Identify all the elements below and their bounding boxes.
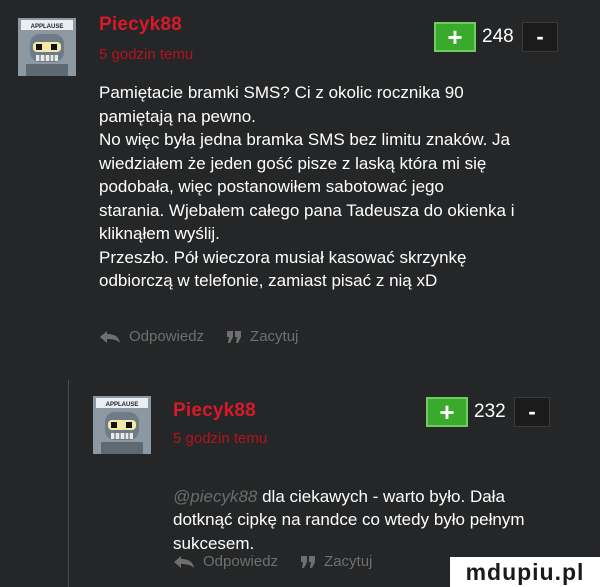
comment-actions: Odpowiedz Zacytuj xyxy=(99,328,320,345)
avatar[interactable]: APPLAUSE xyxy=(18,18,76,76)
user-mention-link[interactable]: @piecyk88 xyxy=(173,487,257,506)
quote-icon xyxy=(226,330,242,344)
minus-icon: - xyxy=(536,24,544,49)
vote-controls: + 248 - xyxy=(434,22,558,52)
vote-score: 248 xyxy=(482,26,514,47)
avatar[interactable]: APPLAUSE xyxy=(93,396,151,454)
minus-icon: - xyxy=(528,399,536,424)
downvote-button[interactable]: - xyxy=(522,22,558,52)
vote-controls: + 232 - xyxy=(426,397,550,427)
comment-author[interactable]: Piecyk88 xyxy=(173,400,256,422)
comment-body: Pamiętacie bramki SMS? Ci z okolic roczn… xyxy=(99,83,515,290)
plus-icon: + xyxy=(447,22,463,52)
watermark-logo: mdupiu.pl xyxy=(450,557,600,587)
comment-actions: Odpowiedz Zacytuj xyxy=(173,553,394,570)
quote-button[interactable]: Zacytuj xyxy=(300,553,372,570)
comment-reply: APPLAUSE Piecyk88 5 godzin temu + 232 - … xyxy=(0,380,600,587)
comment: APPLAUSE Piecyk88 5 godzin temu + 248 - … xyxy=(0,0,600,360)
downvote-button[interactable]: - xyxy=(514,397,550,427)
robot-avatar-icon: APPLAUSE xyxy=(18,18,76,76)
comment-author[interactable]: Piecyk88 xyxy=(99,14,182,36)
reply-label: Odpowiedz xyxy=(203,553,279,570)
upvote-button[interactable]: + xyxy=(426,397,468,427)
quote-label: Zacytuj xyxy=(324,553,373,570)
quote-button[interactable]: Zacytuj xyxy=(226,328,298,345)
quote-label: Zacytuj xyxy=(250,328,299,345)
reply-label: Odpowiedz xyxy=(129,328,205,345)
comment-body: @piecyk88 dla ciekawych - warto było. Da… xyxy=(173,461,593,555)
plus-icon: + xyxy=(439,397,455,427)
vote-score: 232 xyxy=(474,401,506,422)
upvote-button[interactable]: + xyxy=(434,22,476,52)
svg-text:APPLAUSE: APPLAUSE xyxy=(31,24,64,30)
quote-icon xyxy=(300,555,316,569)
svg-text:APPLAUSE: APPLAUSE xyxy=(106,402,139,408)
comment-timestamp: 5 godzin temu xyxy=(99,46,194,63)
reply-arrow-icon xyxy=(173,555,195,569)
reply-button[interactable]: Odpowiedz xyxy=(99,328,204,345)
reply-button[interactable]: Odpowiedz xyxy=(173,553,278,570)
reply-arrow-icon xyxy=(99,330,121,344)
robot-avatar-icon: APPLAUSE xyxy=(93,396,151,454)
comment-timestamp: 5 godzin temu xyxy=(173,430,268,447)
